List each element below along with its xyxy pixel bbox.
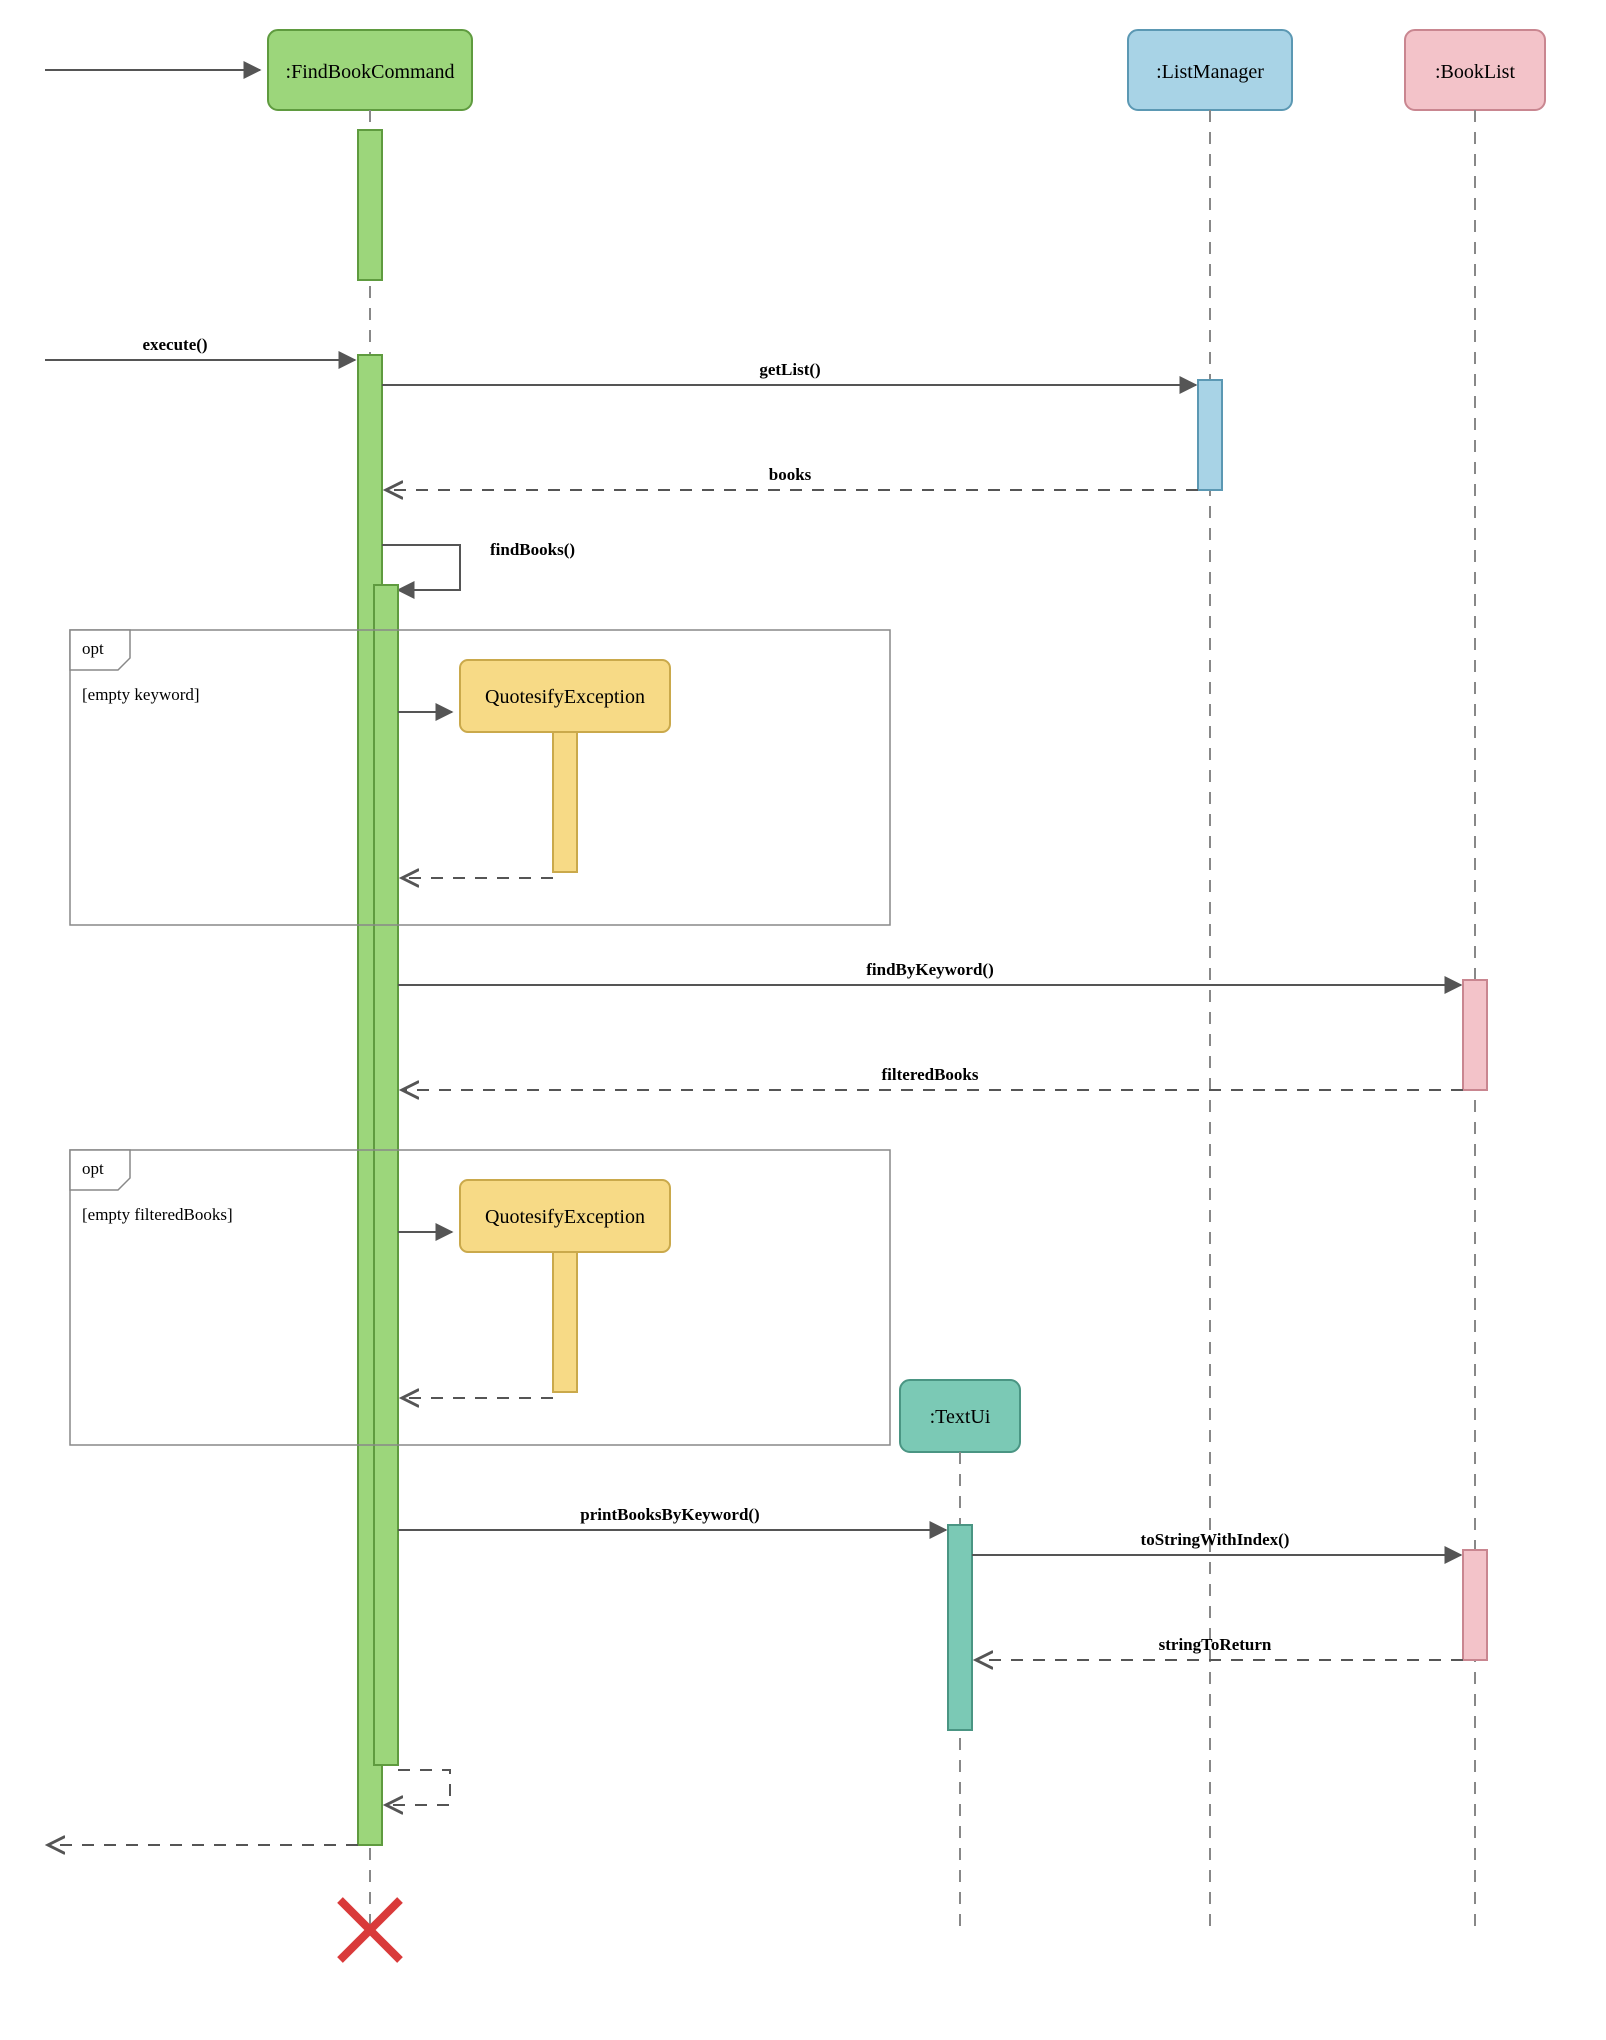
fragment-opt2-guard: [empty filteredBooks]	[82, 1205, 233, 1224]
msg-execute-label: execute()	[142, 335, 207, 354]
participant-quotesifyexception-1-label: QuotesifyException	[485, 686, 645, 708]
participant-listmanager: :ListManager	[1128, 30, 1292, 110]
msg-findbykeyword-label: findByKeyword()	[866, 960, 994, 979]
activation-fbc-create	[358, 130, 382, 280]
msg-findbooks-selfarrow	[382, 545, 460, 590]
selfreturn-findbooks-arrow	[386, 1770, 450, 1805]
msg-tostringwithindex-label: toStringWithIndex()	[1141, 1530, 1290, 1549]
participant-quotesifyexception-2: QuotesifyException	[460, 1180, 670, 1252]
participant-booklist: :BookList	[1405, 30, 1545, 110]
return-filteredbooks-label: filteredBooks	[882, 1065, 979, 1084]
participant-quotesifyexception-2-label: QuotesifyException	[485, 1206, 645, 1228]
participant-findbookcommand: :FindBookCommand	[268, 30, 472, 110]
participant-textui-label: :TextUi	[930, 1406, 991, 1428]
participant-booklist-label: :BookList	[1435, 61, 1515, 83]
return-books-label: books	[769, 465, 812, 484]
participant-quotesifyexception-1: QuotesifyException	[460, 660, 670, 732]
return-stringtoreturn-label: stringToReturn	[1159, 1635, 1272, 1654]
msg-printbooksbykeyword-label: printBooksByKeyword()	[580, 1505, 759, 1524]
msg-getlist-label: getList()	[759, 360, 820, 379]
fragment-opt1-type: opt	[82, 639, 104, 658]
participant-findbookcommand-label: :FindBookCommand	[286, 61, 455, 83]
participant-listmanager-label: :ListManager	[1156, 61, 1264, 83]
fragment-opt1-guard: [empty keyword]	[82, 685, 200, 704]
activation-booklist-findbykeyword	[1463, 980, 1487, 1090]
activation-listmanager	[1198, 380, 1222, 490]
activation-quotesifyexception-2	[553, 1252, 577, 1392]
activation-textui	[948, 1525, 972, 1730]
activation-fbc-findbooks	[374, 585, 398, 1765]
msg-findbooks-label: findBooks()	[490, 540, 575, 559]
activation-booklist-tostring	[1463, 1550, 1487, 1660]
sequence-diagram: :FindBookCommand :ListManager :BookList …	[0, 0, 1606, 2040]
destroy-findbookcommand-icon	[340, 1900, 400, 1960]
activation-quotesifyexception-1	[553, 732, 577, 872]
fragment-opt2-type: opt	[82, 1159, 104, 1178]
participant-textui: :TextUi	[900, 1380, 1020, 1452]
